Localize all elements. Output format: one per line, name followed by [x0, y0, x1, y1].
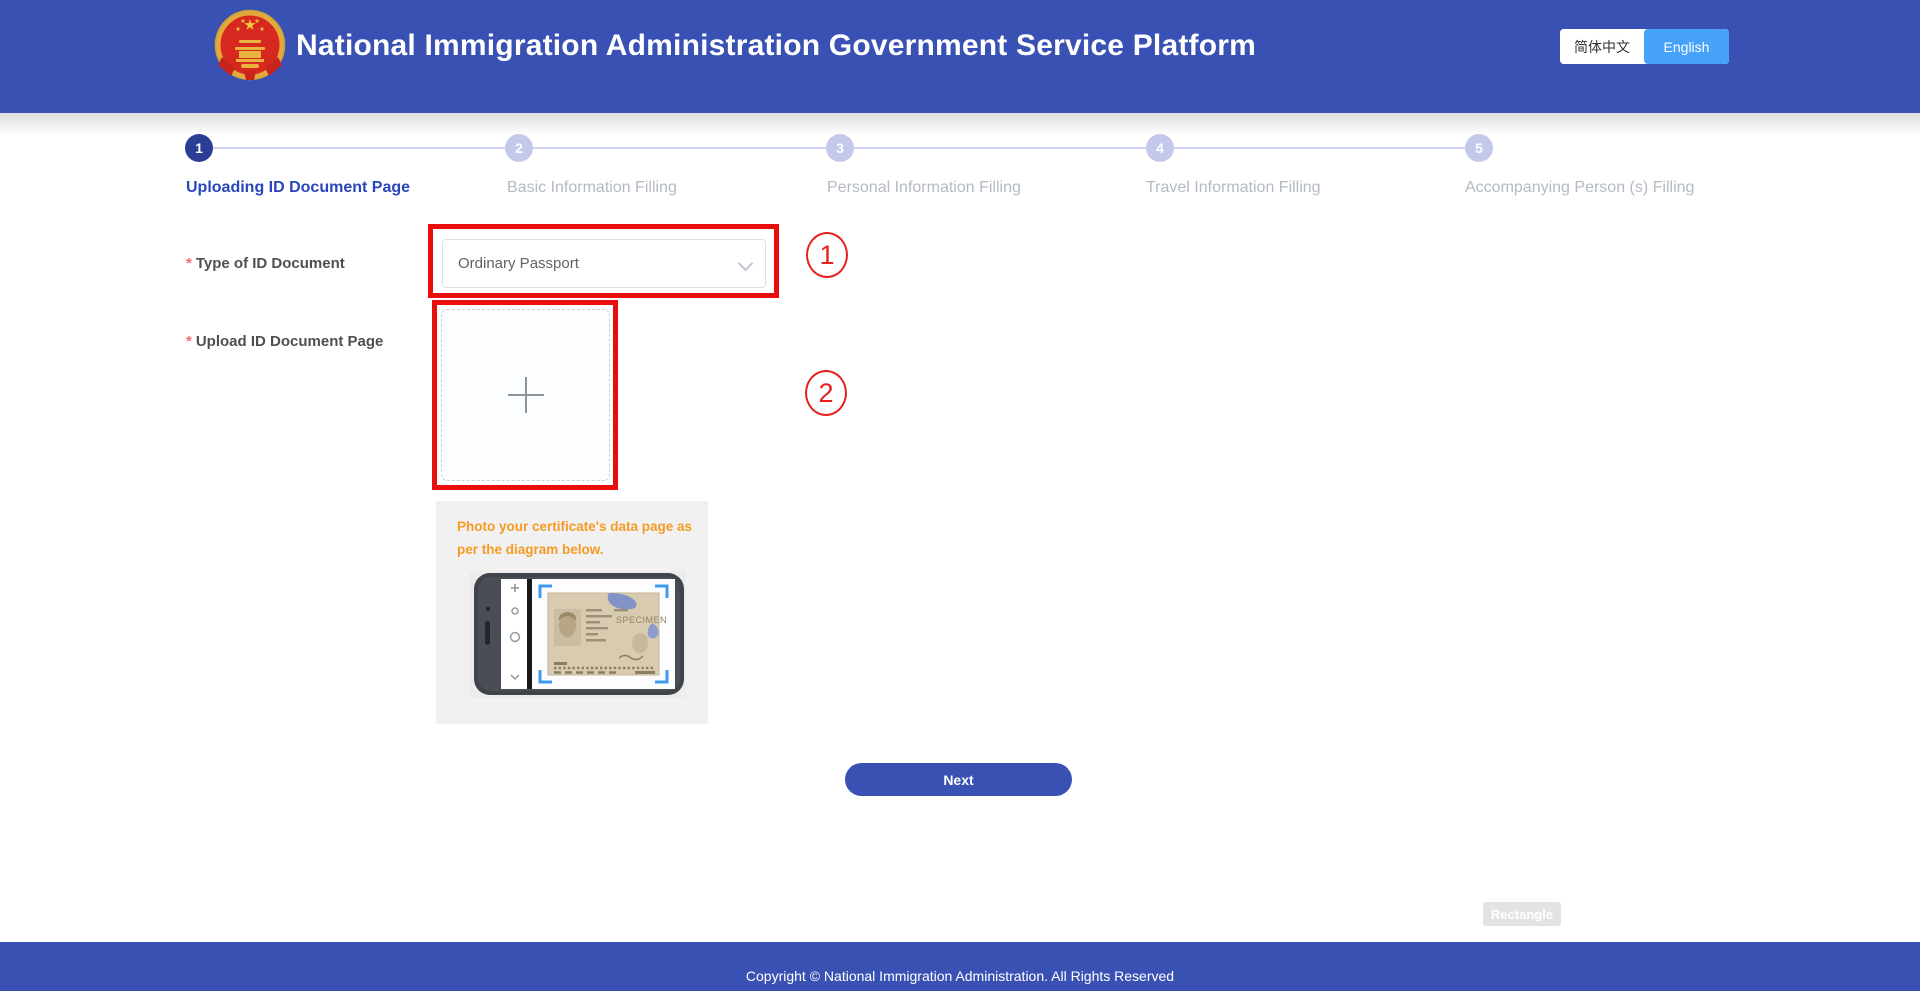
step-label-uploading-id: Uploading ID Document Page [186, 179, 411, 196]
step-circle-2: 2 [505, 134, 533, 162]
copyright-text: Copyright © National Immigration Adminis… [745, 968, 1175, 984]
step-circle-3: 3 [826, 134, 854, 162]
step-connector [533, 147, 826, 149]
type-of-id-label: * Type of ID Document [186, 255, 345, 272]
next-button[interactable]: Next [845, 763, 1072, 796]
rectangle-tool-button[interactable]: Rectangle [1483, 902, 1561, 926]
step-connector [1174, 147, 1465, 149]
header-shadow [0, 113, 1920, 135]
required-mark: * [186, 333, 192, 350]
lang-button-chinese[interactable]: 简体中文 [1560, 29, 1644, 64]
annotation-number-2: 2 [805, 370, 847, 416]
upload-id-document-dropzone[interactable] [441, 309, 610, 481]
required-mark: * [186, 255, 192, 272]
footer-bar: Copyright © National Immigration Adminis… [0, 942, 1920, 991]
step-label-travel-info: Travel Information Filling [1146, 179, 1321, 196]
id-document-type-select[interactable]: Ordinary Passport [442, 239, 766, 288]
upload-id-label: * Upload ID Document Page [186, 333, 384, 350]
chevron-down-icon [737, 255, 754, 272]
step-label-basic-info: Basic Information Filling [507, 179, 677, 196]
page-title: National Immigration Administration Gove… [296, 29, 1257, 62]
annotation-number-1: 1 [806, 232, 848, 278]
language-toggle: 简体中文 English [1560, 29, 1729, 64]
phone-diagram-image: SPECIMEN [469, 571, 686, 698]
phone-camera-illustration: SPECIMEN [474, 573, 684, 695]
step-label-accompanying: Accompanying Person (s) Filling [1465, 179, 1695, 196]
lang-button-english[interactable]: English [1644, 29, 1729, 64]
photo-instruction-text: Photo your certificate's data page as pe… [457, 519, 693, 557]
step-connector [854, 147, 1146, 149]
step-circle-5: 5 [1465, 134, 1493, 162]
page: National Immigration Administration Gove… [0, 0, 1920, 991]
step-connector [213, 147, 505, 149]
photo-instruction-panel: Photo your certificate's data page as pe… [436, 501, 708, 724]
national-emblem-icon [214, 9, 286, 81]
step-circle-1: 1 [185, 134, 213, 162]
step-label-personal-info: Personal Information Filling [827, 179, 1021, 196]
step-circle-4: 4 [1146, 134, 1174, 162]
plus-icon [524, 377, 527, 413]
select-value: Ordinary Passport [458, 255, 579, 272]
specimen-text: SPECIMEN [616, 615, 667, 625]
